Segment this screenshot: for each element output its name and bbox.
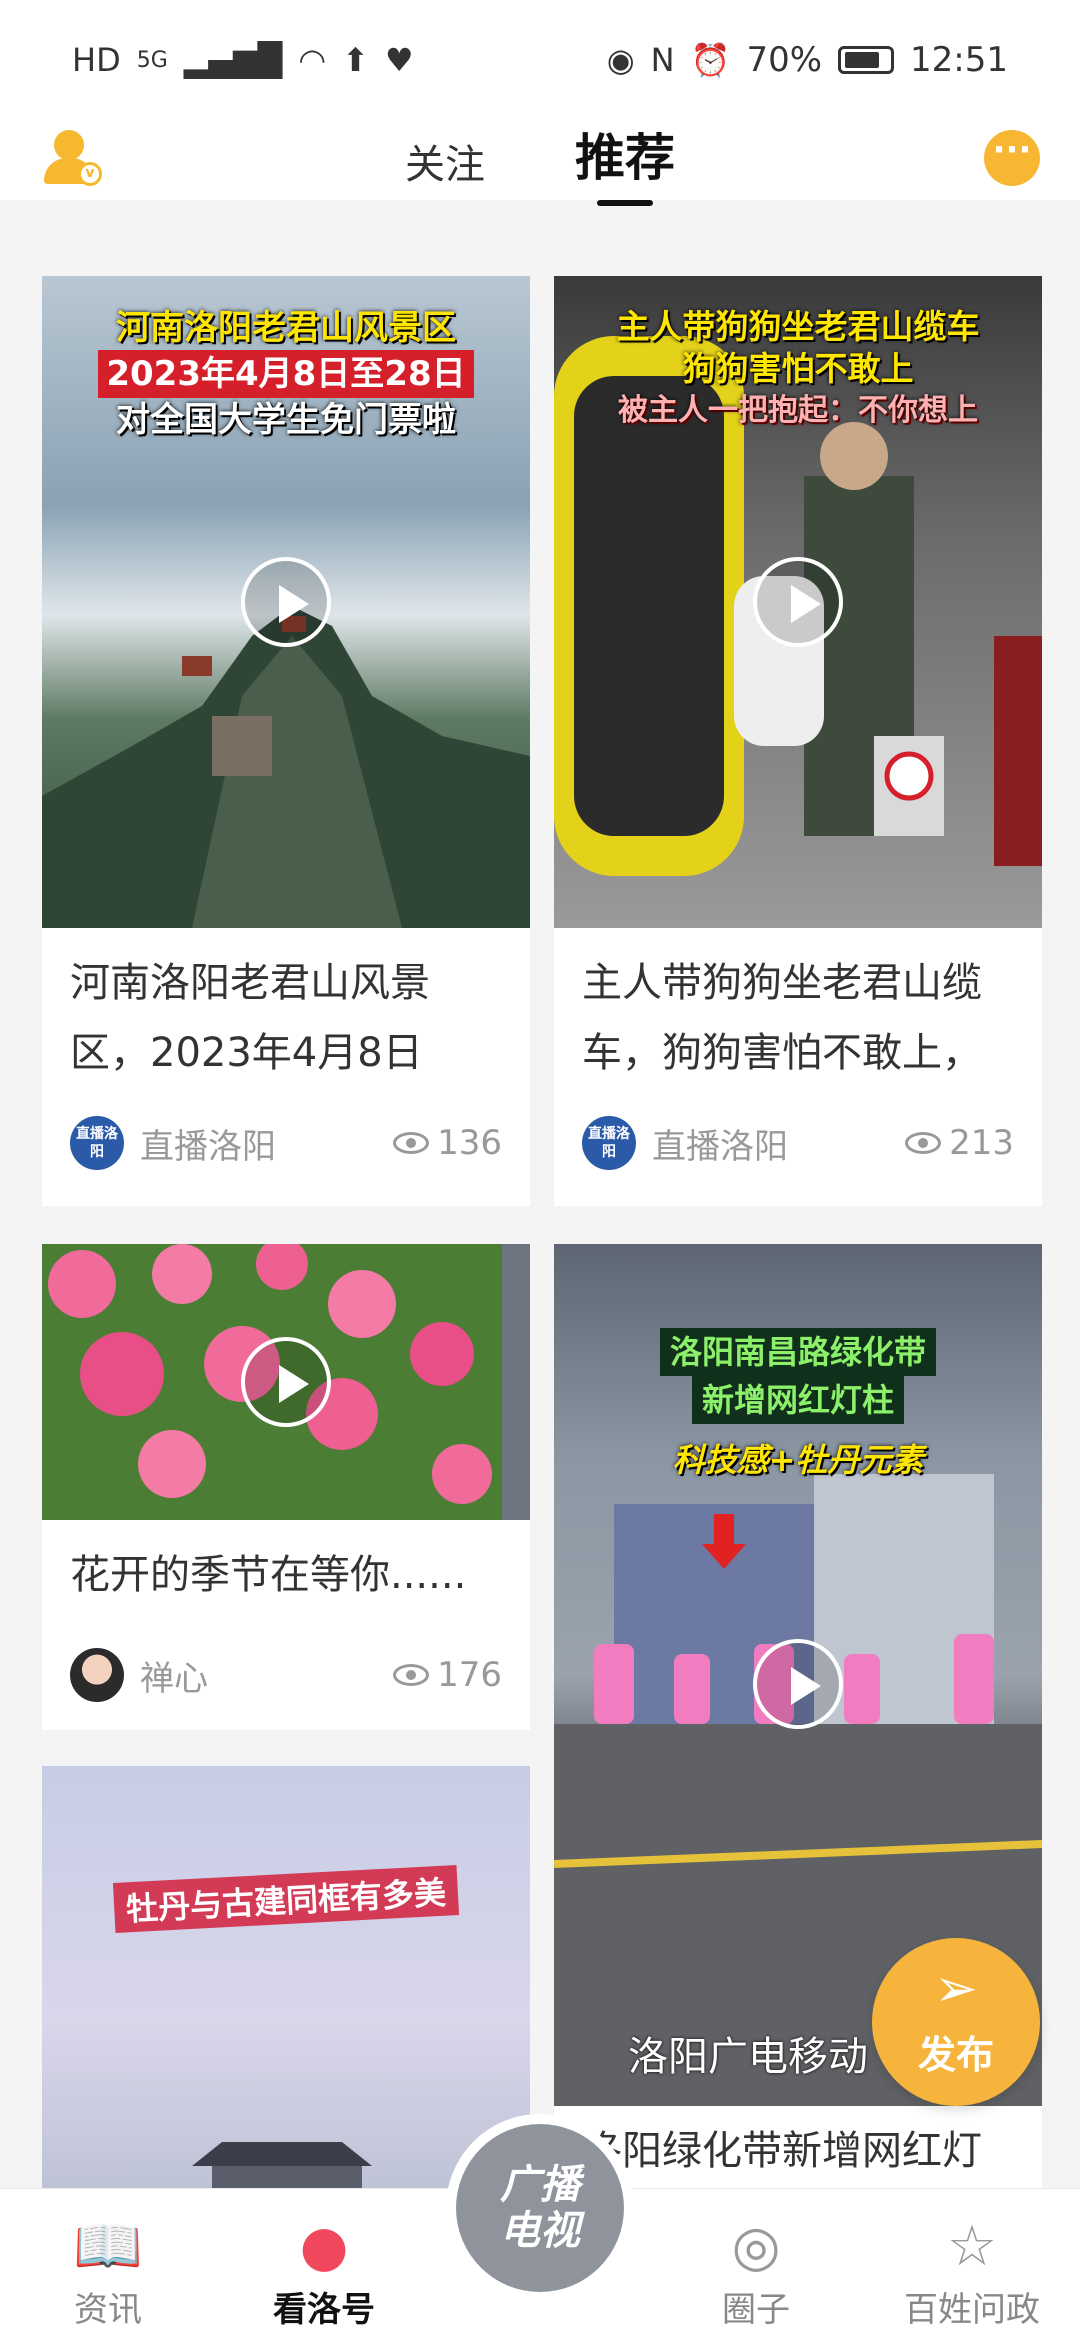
verified-badge-icon: v <box>78 162 102 186</box>
eye-icon: ◉ <box>606 41 635 79</box>
user-icon <box>54 130 84 160</box>
center-label-line2: 电视 <box>500 2208 580 2254</box>
signal-icon: ▂▄▆█ <box>183 41 283 79</box>
center-label-line1: 广播 <box>500 2162 580 2208</box>
upload-icon: ⬆ <box>342 41 369 79</box>
tab-recommend[interactable]: 推荐 <box>575 118 675 206</box>
caption-line: 主人带狗狗坐老君山缆车 <box>616 307 980 346</box>
publish-button[interactable]: ➢ 发布 <box>872 1938 1040 2106</box>
feed-card[interactable]: 主人带狗狗坐老君山缆车 狗狗害怕不敢上 被主人一把抱起：不你想上 主人带狗狗坐老… <box>554 276 1042 1206</box>
nav-circle[interactable]: ◎ 圈子 <box>648 2189 864 2340</box>
nav-label: 看洛号 <box>273 2290 375 2330</box>
battery-percent: 70% <box>746 40 823 80</box>
thumbnail-caption: 河南洛阳老君山风景区 2023年4月8日至28日 对全国大学生免门票啦 <box>42 306 530 442</box>
card-meta: 直播洛阳 直播洛阳 136 <box>42 1098 530 1188</box>
caption-line: 河南洛阳老君山风景区 <box>116 308 456 348</box>
publisher-avatar[interactable]: 直播洛阳 <box>582 1116 636 1170</box>
video-thumbnail[interactable] <box>42 1244 530 1520</box>
caption-line: 新增网红灯柱 <box>691 1376 904 1424</box>
message-icon[interactable]: ··· <box>984 130 1040 186</box>
eye-icon <box>393 1132 430 1154</box>
paper-plane-icon: ➢ <box>934 1959 978 2019</box>
card-meta: 直播洛阳 直播洛阳 213 <box>554 1098 1042 1188</box>
status-bar: HD 5G ▂▄▆█ ◠ ⬆ ♥ ◉ N ⏰ 70% 12:51 <box>0 0 1080 120</box>
caption-line: 洛阳南昌路绿化带 <box>659 1328 936 1376</box>
spiral-icon: ◎ <box>731 2214 781 2279</box>
feed-card[interactable]: 河南洛阳老君山风景区 2023年4月8日至28日 对全国大学生免门票啦 河南洛阳… <box>42 276 530 1206</box>
nav-label: 资讯 <box>74 2290 142 2330</box>
ancient-building-illustration <box>192 2142 372 2188</box>
wifi-icon: ◠ <box>298 41 327 79</box>
publisher-avatar[interactable] <box>70 1648 124 1702</box>
nav-news[interactable]: 📖 资讯 <box>0 2189 216 2340</box>
feed-card[interactable]: 牡丹与古建同框有多美 <box>42 1766 530 2188</box>
caption-line: 牡丹与古建同框有多美 <box>112 1865 460 1933</box>
card-meta: 禅心 176 <box>42 1630 530 1720</box>
publisher-avatar[interactable]: 直播洛阳 <box>70 1116 124 1170</box>
view-count-value: 176 <box>437 1655 502 1695</box>
eye-icon <box>905 1132 942 1154</box>
network-type: 5G <box>136 47 168 73</box>
view-count-value: 213 <box>949 1123 1014 1163</box>
play-icon[interactable] <box>753 1639 843 1729</box>
view-count: 176 <box>393 1655 502 1695</box>
thumbnail-caption: 牡丹与古建同框有多美 <box>42 1865 530 1933</box>
caption-line: 科技感+牡丹元素 <box>672 1441 924 1479</box>
battery-icon <box>838 46 895 74</box>
heart-shield-icon: ♥ <box>384 41 414 79</box>
nav-label: 圈子 <box>722 2290 790 2330</box>
profile-button[interactable]: v <box>40 126 104 190</box>
watermark-text: 洛阳广电移动 <box>628 2034 868 2080</box>
thumbnail-caption: 洛阳南昌路绿化带 新增网红灯柱 科技感+牡丹元素 <box>554 1328 1042 1482</box>
publisher-name[interactable]: 禅心 <box>140 1651 393 1700</box>
tv-icon: 广播 电视 <box>456 2124 624 2292</box>
user-icon: ● <box>299 2214 349 2279</box>
eye-icon <box>393 1664 430 1686</box>
publisher-name[interactable]: 直播洛阳 <box>140 1119 393 1168</box>
view-count: 136 <box>393 1123 502 1163</box>
publish-label: 发布 <box>917 2033 994 2077</box>
play-icon[interactable] <box>241 1337 331 1427</box>
nav-public-inquiry[interactable]: ☆ 百姓问政 <box>864 2189 1080 2340</box>
caption-line: 对全国大学生免门票啦 <box>116 400 456 440</box>
video-thumbnail[interactable]: 牡丹与古建同框有多美 <box>42 1766 530 2188</box>
view-count: 213 <box>905 1123 1014 1163</box>
nfc-icon: N <box>650 41 675 79</box>
alarm-icon: ⏰ <box>690 41 731 79</box>
status-right: ◉ N ⏰ 70% 12:51 <box>607 40 1008 80</box>
book-icon: 📖 <box>73 2214 143 2279</box>
card-title[interactable]: 河南洛阳老君山风景区，2023年4月8日 <box>42 928 530 1098</box>
caption-line: 狗狗害怕不敢上 <box>682 349 914 388</box>
tab-follow[interactable]: 关注 <box>405 132 485 202</box>
hd-icon: HD <box>72 41 121 79</box>
feed-tabs: 关注 推荐 <box>405 118 675 206</box>
card-title[interactable]: 主人带狗狗坐老君山缆车，狗狗害怕不敢上， <box>554 928 1042 1098</box>
play-icon[interactable] <box>241 557 331 647</box>
status-left: HD 5G ▂▄▆█ ◠ ⬆ ♥ <box>72 41 414 79</box>
play-icon[interactable] <box>753 557 843 647</box>
top-header: v 关注 推荐 ··· <box>0 118 1080 206</box>
caption-line: 被主人一把抱起：不你想上 <box>618 393 978 428</box>
video-thumbnail[interactable]: 主人带狗狗坐老君山缆车 狗狗害怕不敢上 被主人一把抱起：不你想上 <box>554 276 1042 928</box>
card-title[interactable]: 花开的季节在等你...... <box>42 1520 530 1630</box>
feed-card[interactable]: 花开的季节在等你...... 禅心 176 <box>42 1244 530 1730</box>
nav-label: 百姓问政 <box>904 2290 1040 2330</box>
caption-line: 2023年4月8日至28日 <box>98 350 474 398</box>
view-count-value: 136 <box>437 1123 502 1163</box>
clock: 12:51 <box>910 40 1008 80</box>
publisher-name[interactable]: 直播洛阳 <box>652 1119 905 1168</box>
document-star-icon: ☆ <box>946 2214 998 2279</box>
thumbnail-caption: 主人带狗狗坐老君山缆车 狗狗害怕不敢上 被主人一把抱起：不你想上 <box>554 306 1042 432</box>
video-thumbnail[interactable]: 河南洛阳老君山风景区 2023年4月8日至28日 对全国大学生免门票啦 <box>42 276 530 928</box>
nav-kanluohao[interactable]: ● 看洛号 <box>216 2189 432 2340</box>
broadcast-tv-button[interactable]: 广播 电视 <box>446 2114 634 2302</box>
